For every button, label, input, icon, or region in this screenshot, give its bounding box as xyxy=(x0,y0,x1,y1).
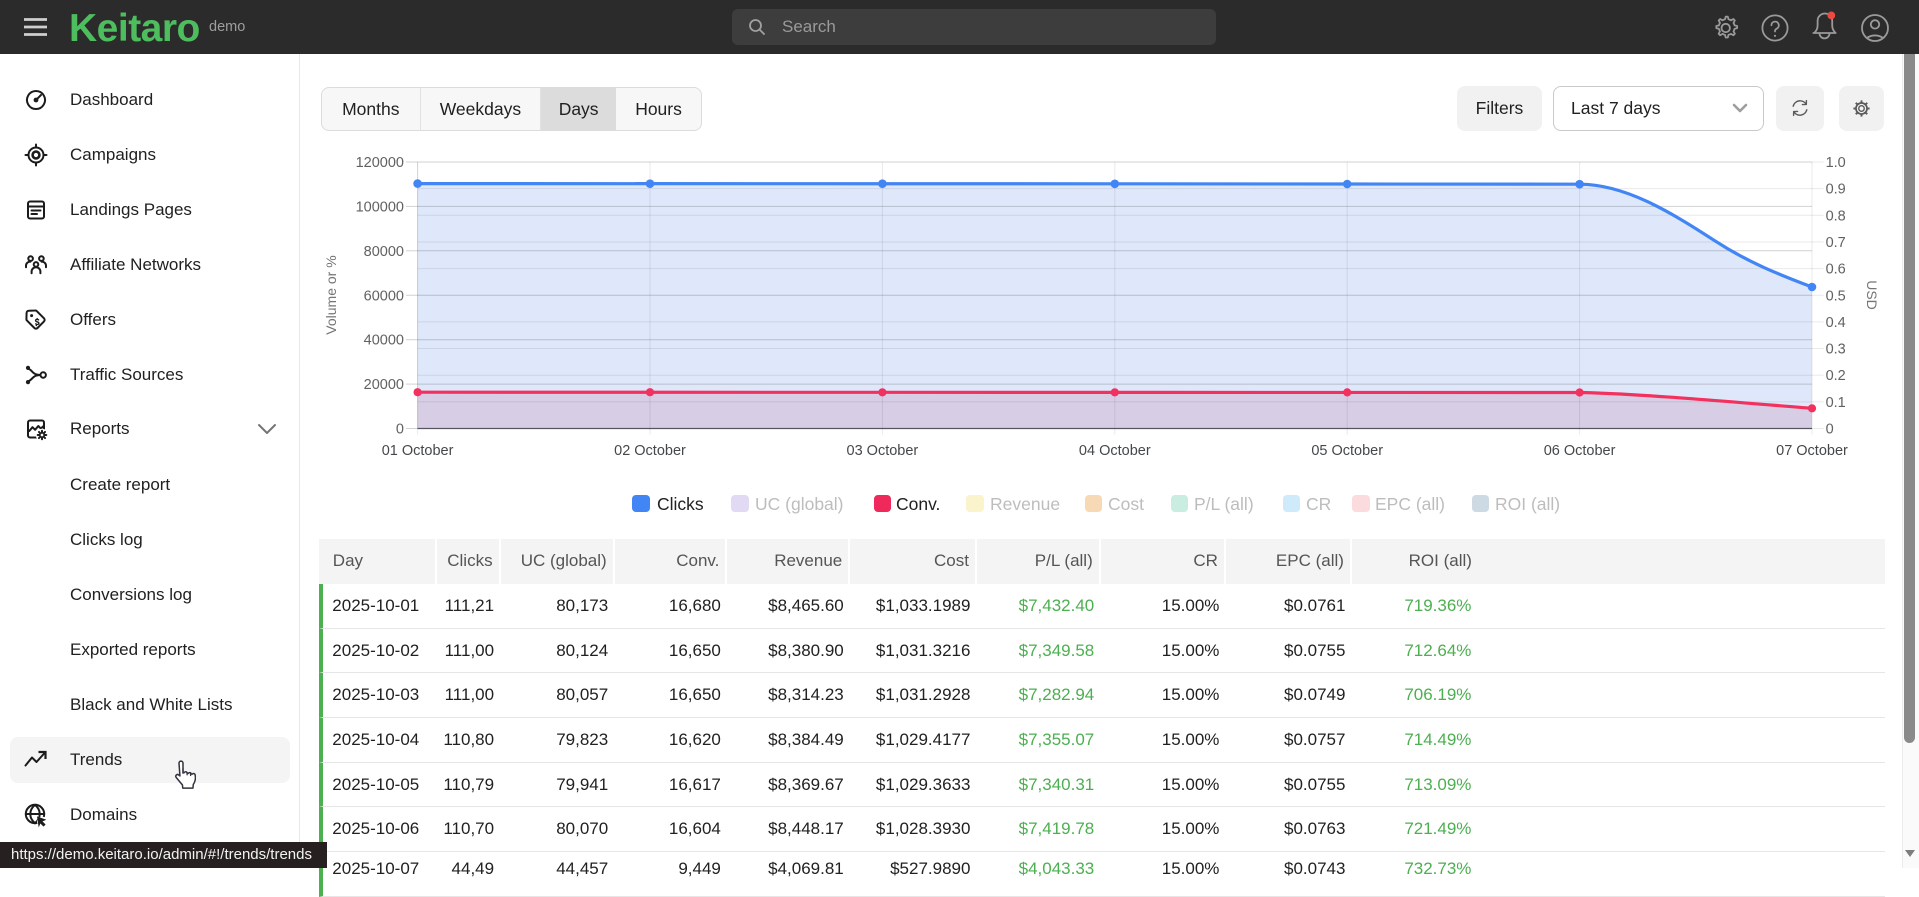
svg-text:0.1: 0.1 xyxy=(1826,395,1846,411)
svg-text:80000: 80000 xyxy=(364,244,404,260)
svg-text:Volume or %: Volume or % xyxy=(323,255,339,334)
svg-text:0.6: 0.6 xyxy=(1826,262,1846,278)
svg-text:120000: 120000 xyxy=(356,155,404,171)
svg-text:01 October: 01 October xyxy=(382,443,454,459)
svg-text:02 October: 02 October xyxy=(614,443,686,459)
svg-text:03 October: 03 October xyxy=(847,443,919,459)
svg-text:05 October: 05 October xyxy=(1311,443,1383,459)
svg-text:0.2: 0.2 xyxy=(1826,368,1846,384)
svg-text:0.9: 0.9 xyxy=(1826,182,1846,198)
svg-text:04 October: 04 October xyxy=(1079,443,1151,459)
svg-text:0.3: 0.3 xyxy=(1826,342,1846,358)
svg-text:60000: 60000 xyxy=(364,288,404,304)
svg-text:0: 0 xyxy=(1826,422,1834,438)
svg-text:0.4: 0.4 xyxy=(1826,315,1846,331)
svg-text:20000: 20000 xyxy=(364,377,404,393)
svg-text:USD: USD xyxy=(1864,280,1880,310)
svg-text:40000: 40000 xyxy=(364,333,404,349)
svg-text:100000: 100000 xyxy=(356,199,404,215)
svg-text:06 October: 06 October xyxy=(1544,443,1616,459)
svg-text:07 October: 07 October xyxy=(1776,443,1848,459)
svg-text:0.7: 0.7 xyxy=(1826,235,1846,251)
svg-text:0.5: 0.5 xyxy=(1826,288,1846,304)
svg-text:1.0: 1.0 xyxy=(1826,155,1846,171)
svg-text:0: 0 xyxy=(396,422,404,438)
svg-text:0.8: 0.8 xyxy=(1826,208,1846,224)
